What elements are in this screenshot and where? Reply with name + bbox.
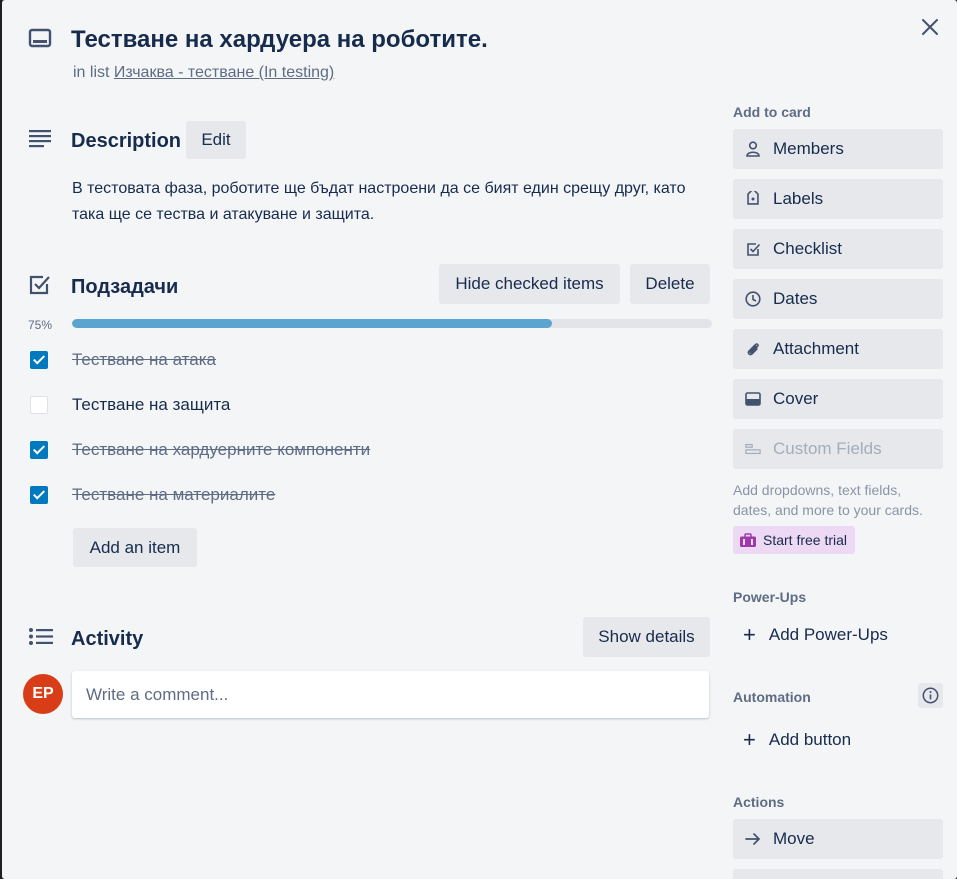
checklist-item-label[interactable]: Тестване на материалите: [72, 485, 275, 505]
checklist-icon: [29, 275, 50, 295]
checklist-button[interactable]: Checklist: [733, 229, 943, 269]
card-sidebar: Add to card Members Labels Checklist Dat…: [733, 0, 943, 879]
checklist-title[interactable]: Подзадачи: [71, 276, 178, 299]
checklist-item-checkbox[interactable]: [30, 351, 48, 369]
card-main-column: Тестване на хардуера на роботите. in lis…: [2, 0, 722, 879]
description-text[interactable]: В тестовата фаза, роботите ще бъдат наст…: [72, 176, 712, 228]
edit-description-button[interactable]: Edit: [186, 121, 246, 159]
activity-title: Activity: [71, 628, 144, 650]
checklist-label: Checklist: [773, 239, 842, 258]
activity-icon: [29, 628, 53, 645]
start-free-trial-button[interactable]: Start free trial: [733, 526, 856, 554]
plus-icon: +: [743, 727, 756, 752]
attachment-label: Attachment: [773, 339, 859, 358]
cover-label: Cover: [773, 389, 819, 408]
automation-info-button[interactable]: [918, 683, 943, 708]
delete-checklist-button[interactable]: Delete: [630, 264, 710, 304]
copy-button-partial[interactable]: [733, 869, 943, 879]
members-button[interactable]: Members: [733, 129, 943, 169]
checklist-item-checkbox[interactable]: [30, 486, 48, 504]
cover-button[interactable]: Cover: [733, 379, 943, 419]
add-power-ups-button[interactable]: + Add Power-Ups: [733, 615, 943, 655]
in-list-caption: in list Изчаква - тестване (In testing): [73, 64, 334, 82]
add-checklist-item-button[interactable]: Add an item: [73, 528, 197, 567]
briefcase-icon: [740, 532, 756, 547]
card-detail-modal: Тестване на хардуера на роботите. in lis…: [2, 0, 957, 879]
automation-heading: Automation: [733, 689, 811, 705]
plus-icon: +: [743, 622, 756, 647]
checklist-item-label[interactable]: Тестване на атака: [72, 350, 216, 370]
checklist-item-label[interactable]: Тестване на защита: [72, 395, 230, 415]
add-button-button[interactable]: + Add button: [733, 720, 943, 760]
custom-fields-icon: [745, 441, 761, 457]
add-to-card-heading: Add to card: [733, 104, 811, 120]
in-list-prefix: in list: [73, 64, 110, 81]
cover-icon: [745, 391, 761, 407]
hide-checked-items-button[interactable]: Hide checked items: [439, 264, 620, 304]
labels-label: Labels: [773, 189, 824, 208]
add-button-label: Add button: [768, 730, 852, 749]
description-icon: [29, 130, 51, 148]
power-ups-heading: Power-Ups: [733, 589, 807, 605]
labels-button[interactable]: Labels: [733, 179, 943, 219]
custom-fields-button[interactable]: Custom Fields: [733, 429, 943, 469]
tag-icon: [745, 191, 761, 207]
checklist-item-checkbox[interactable]: [30, 441, 48, 459]
checklist-item-checkbox[interactable]: [30, 396, 48, 414]
checklist-item: Тестване на защита: [28, 391, 712, 421]
start-free-trial-label: Start free trial: [763, 532, 848, 548]
move-label: Move: [773, 829, 815, 848]
checklist-progress-fill: [72, 319, 552, 328]
custom-fields-label: Custom Fields: [773, 439, 882, 458]
checklist-progress-bar: [72, 319, 712, 328]
checklist-item: Тестване на хардуерните компоненти: [28, 436, 712, 466]
add-power-ups-label: Add Power-Ups: [768, 625, 888, 644]
description-title: Description: [71, 130, 182, 152]
dates-label: Dates: [773, 289, 818, 308]
info-icon: [922, 687, 939, 704]
person-icon: [745, 141, 761, 157]
card-icon: [28, 28, 52, 48]
dates-button[interactable]: Dates: [733, 279, 943, 319]
actions-heading: Actions: [733, 794, 785, 810]
attachment-button[interactable]: Attachment: [733, 329, 943, 369]
checklist-item-label[interactable]: Тестване на хардуерните компоненти: [72, 440, 370, 460]
checklist-icon: [745, 241, 761, 257]
paperclip-icon: [745, 341, 761, 357]
clock-icon: [745, 291, 761, 307]
checklist-item: Тестване на атака: [28, 346, 712, 376]
list-link[interactable]: Изчаква - тестване (In testing): [114, 64, 334, 81]
members-label: Members: [773, 139, 844, 158]
arrow-right-icon: [745, 831, 761, 847]
card-title[interactable]: Тестване на хардуера на роботите.: [71, 26, 488, 54]
checklist-item: Тестване на материалите: [28, 481, 712, 511]
custom-fields-note: Add dropdowns, text fields, dates, and m…: [733, 482, 923, 518]
show-details-button[interactable]: Show details: [583, 617, 710, 657]
comment-input[interactable]: [72, 671, 709, 718]
checklist-percent: 75%: [28, 318, 53, 332]
avatar[interactable]: EP: [23, 674, 63, 714]
move-button[interactable]: Move: [733, 819, 943, 859]
